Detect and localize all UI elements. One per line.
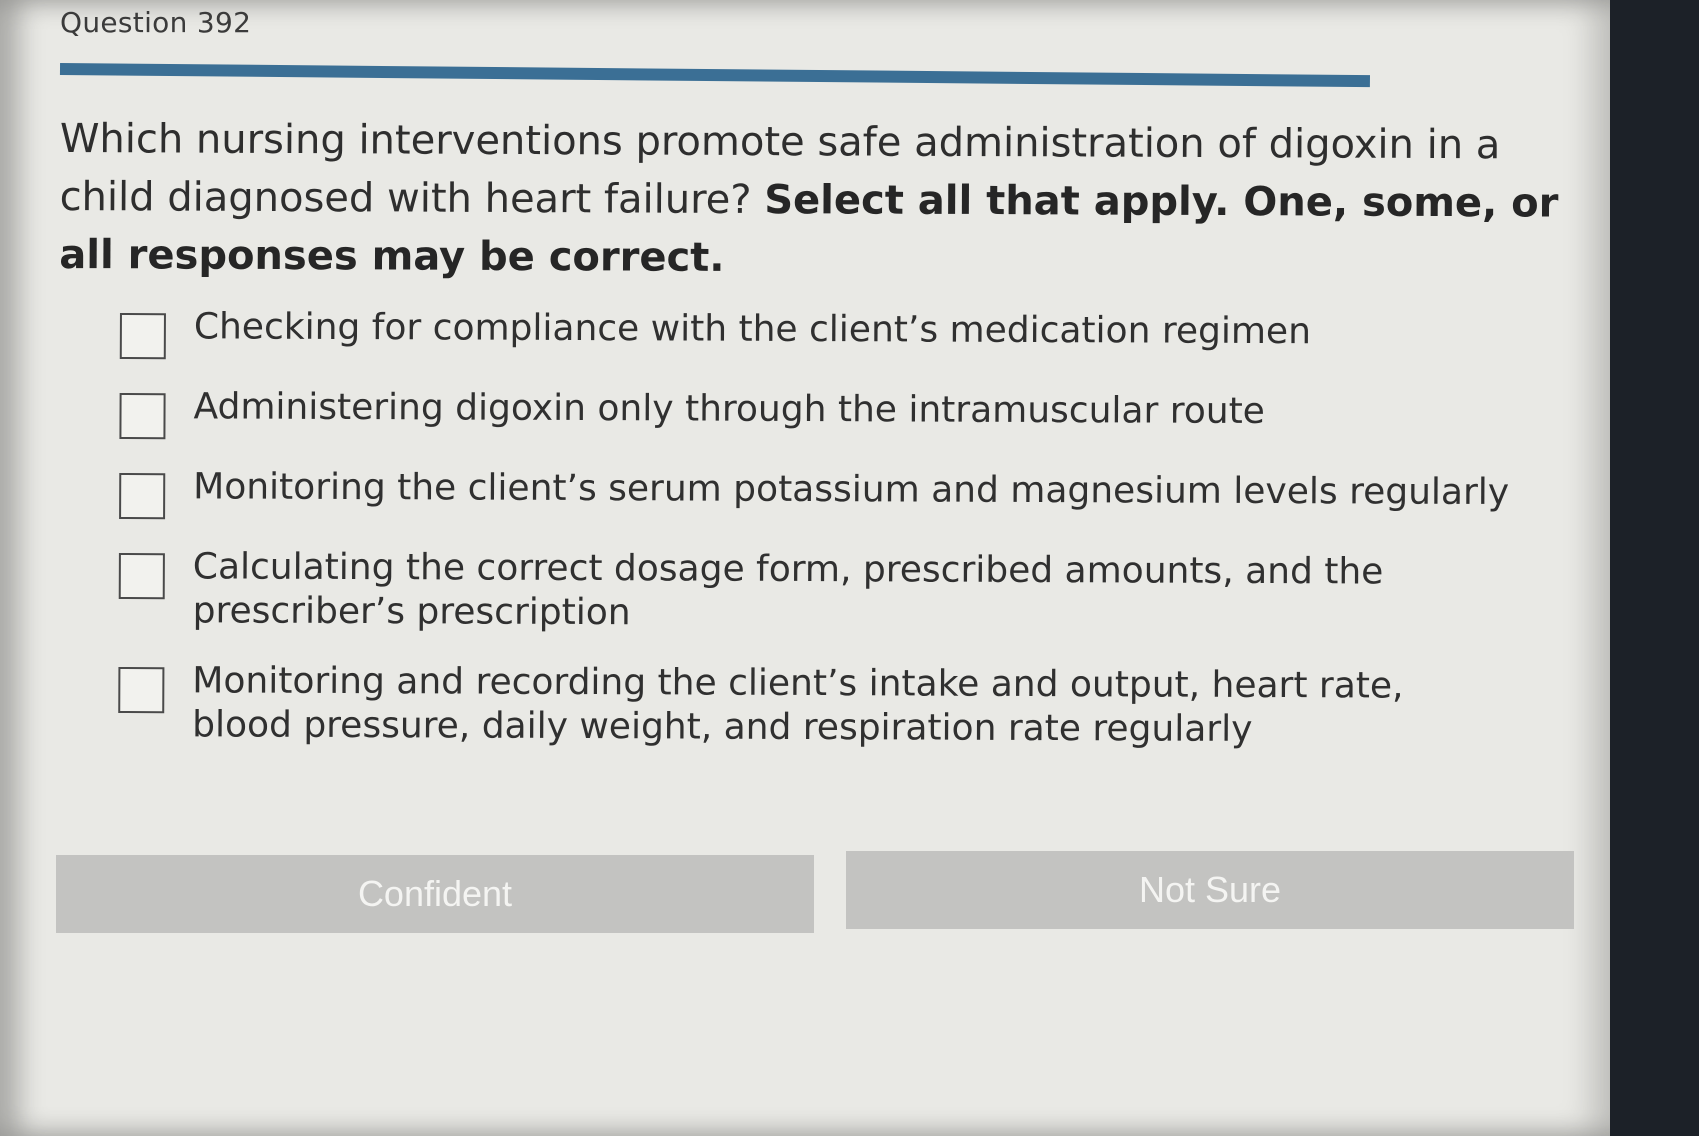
confident-button[interactable]: Confident — [56, 855, 814, 933]
checkbox[interactable] — [119, 392, 166, 440]
answer-option[interactable]: Administering digoxin only through the i… — [119, 385, 1519, 445]
not-sure-button[interactable]: Not Sure — [846, 851, 1574, 929]
checkbox[interactable] — [118, 666, 165, 714]
progress-bar — [59, 63, 1484, 89]
answer-option-label[interactable]: Monitoring and recording the client’s in… — [192, 659, 1512, 753]
answer-option-label[interactable]: Administering digoxin only through the i… — [193, 385, 1513, 435]
device-bezel — [1610, 0, 1699, 1136]
checkbox[interactable] — [119, 472, 166, 520]
answer-options: Checking for compliance with the client’… — [118, 305, 1520, 779]
answer-option[interactable]: Calculating the correct dosage form, pre… — [118, 545, 1519, 639]
answer-option-label[interactable]: Checking for compliance with the client’… — [194, 305, 1514, 355]
answer-option[interactable]: Monitoring and recording the client’s in… — [118, 659, 1518, 753]
answer-option-label[interactable]: Calculating the correct dosage form, pre… — [193, 545, 1513, 639]
checkbox[interactable] — [118, 552, 165, 600]
question-stem: Which nursing interventions promote safe… — [59, 110, 1560, 291]
exam-screen: Question 392 Which nursing interventions… — [0, 0, 1610, 1136]
question-number: Question 392 — [60, 6, 252, 39]
answer-option-label[interactable]: Monitoring the client’s serum potassium … — [193, 465, 1513, 515]
answer-option[interactable]: Checking for compliance with the client’… — [119, 305, 1520, 365]
answer-option[interactable]: Monitoring the client’s serum potassium … — [119, 465, 1519, 525]
checkbox[interactable] — [119, 312, 166, 360]
progress-bar-fill — [59, 63, 1371, 88]
